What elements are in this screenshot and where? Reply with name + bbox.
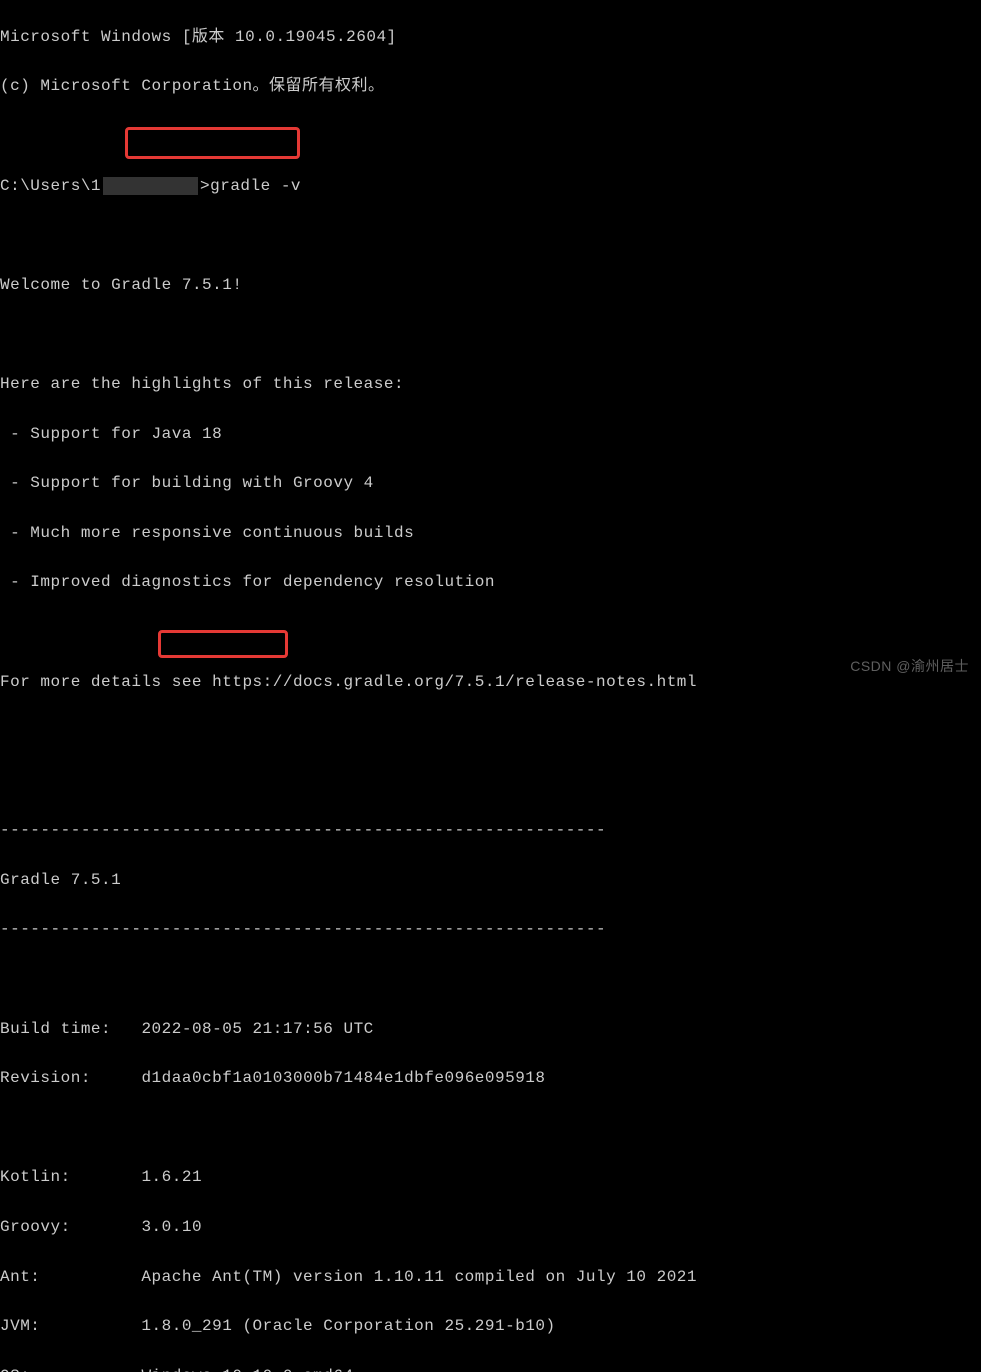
watermark-text: CSDN @渝州居士 xyxy=(850,656,969,678)
blank-line xyxy=(0,620,981,645)
welcome-prefix: Welcome to xyxy=(0,276,111,294)
blank-line xyxy=(0,967,981,992)
jvm-label: JVM: xyxy=(0,1317,40,1335)
ant-line: Ant: Apache Ant(TM) version 1.10.11 comp… xyxy=(0,1265,981,1290)
groovy-line: Groovy: 3.0.10 xyxy=(0,1215,981,1240)
command-prompt-line: C:\Users\1 >gradle -v xyxy=(0,174,981,199)
highlight-item: - Support for Java 18 xyxy=(0,422,981,447)
kotlin-line: Kotlin: 1.6.21 xyxy=(0,1165,981,1190)
highlight-item: - Support for building with Groovy 4 xyxy=(0,471,981,496)
revision-value: d1daa0cbf1a0103000b71484e1dbfe096e095918 xyxy=(141,1069,545,1087)
revision-line: Revision: d1daa0cbf1a0103000b71484e1dbfe… xyxy=(0,1066,981,1091)
kotlin-label: Kotlin: xyxy=(0,1168,71,1186)
os-value: Windows 10 10.0 amd64 xyxy=(141,1367,353,1372)
gradle-version-highlight: Gradle 7.5.1! xyxy=(111,276,242,294)
highlight-item: - Much more responsive continuous builds xyxy=(0,521,981,546)
details-link-line: For more details see https://docs.gradle… xyxy=(0,670,981,695)
blank-line xyxy=(0,719,981,744)
os-label: OS: xyxy=(0,1367,30,1372)
highlight-item: - Improved diagnostics for dependency re… xyxy=(0,570,981,595)
highlights-header: Here are the highlights of this release: xyxy=(0,372,981,397)
gradle-version-line: Gradle 7.5.1 xyxy=(0,868,981,893)
blank-line xyxy=(0,223,981,248)
windows-version-line: Microsoft Windows [版本 10.0.19045.2604] xyxy=(0,25,981,50)
blank-line xyxy=(0,322,981,347)
prompt-command: >gradle -v xyxy=(200,174,301,199)
copyright-line: (c) Microsoft Corporation。保留所有权利。 xyxy=(0,74,981,99)
jvm-version-highlight: 1.8.0_291 xyxy=(141,1317,232,1335)
kotlin-value: 1.6.21 xyxy=(141,1168,202,1186)
build-time-line: Build time: 2022-08-05 21:17:56 UTC xyxy=(0,1017,981,1042)
os-line: OS: Windows 10 10.0 amd64 xyxy=(0,1364,981,1372)
separator-line: ----------------------------------------… xyxy=(0,818,981,843)
jvm-line: JVM: 1.8.0_291 (Oracle Corporation 25.29… xyxy=(0,1314,981,1339)
ant-label: Ant: xyxy=(0,1268,40,1286)
redacted-username xyxy=(103,177,198,195)
ant-value: Apache Ant(TM) version 1.10.11 compiled … xyxy=(141,1268,697,1286)
jvm-suffix: (Oracle Corporation 25.291-b10) xyxy=(232,1317,555,1335)
prompt-path-prefix: C:\Users\1 xyxy=(0,174,101,199)
blank-line xyxy=(0,769,981,794)
blank-line xyxy=(0,124,981,149)
build-time-value: 2022-08-05 21:17:56 UTC xyxy=(141,1020,373,1038)
blank-line xyxy=(0,1116,981,1141)
separator-line: ----------------------------------------… xyxy=(0,917,981,942)
groovy-label: Groovy: xyxy=(0,1218,71,1236)
build-time-label: Build time: xyxy=(0,1020,111,1038)
terminal-output[interactable]: Microsoft Windows [版本 10.0.19045.2604] (… xyxy=(0,0,981,1372)
welcome-line: Welcome to Gradle 7.5.1! xyxy=(0,273,981,298)
revision-label: Revision: xyxy=(0,1069,91,1087)
groovy-value: 3.0.10 xyxy=(141,1218,202,1236)
